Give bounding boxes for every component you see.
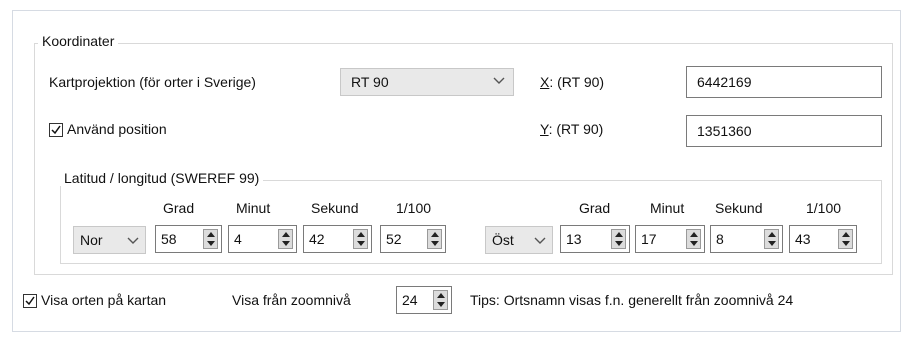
- spin-arrows[interactable]: [764, 229, 779, 249]
- x-coordinate-field[interactable]: 6442169: [686, 66, 882, 98]
- zoom-label: Visa från zoomnivå: [232, 292, 351, 308]
- arrow-down-icon: [842, 241, 850, 246]
- projection-select-value: RT 90: [351, 74, 389, 90]
- latitude-hundredths-spinner[interactable]: 52: [380, 225, 446, 253]
- arrow-down-icon: [615, 241, 623, 246]
- longitude-minut-value: 17: [641, 231, 657, 247]
- use-position-label: Använd position: [67, 121, 167, 137]
- latitude-sekund-spinner[interactable]: 42: [303, 225, 372, 253]
- arrow-up-icon: [842, 232, 850, 237]
- y-label-rest: : (RT 90): [548, 121, 604, 137]
- longitude-hundredths-spinner[interactable]: 43: [789, 225, 857, 253]
- longitude-grad-spinner[interactable]: 13: [560, 225, 630, 253]
- arrow-down-icon: [437, 302, 445, 307]
- longitude-grad-value: 13: [566, 231, 582, 247]
- show-on-map-label: Visa orten på kartan: [41, 292, 167, 308]
- latitude-direction-value: Nor: [80, 232, 103, 248]
- arrow-down-icon: [690, 241, 698, 246]
- zoom-tip-text: Tips: Ortsnamn visas f.n. generellt från…: [470, 292, 794, 308]
- arrow-up-icon: [431, 232, 439, 237]
- lon-header-grad: Grad: [579, 200, 611, 216]
- checkmark-icon: [25, 296, 35, 306]
- projection-label: Kartprojektion (för orter i Sverige): [49, 74, 256, 90]
- lat-header-hundredths: 1/100: [396, 200, 432, 216]
- lat-header-sekund: Sekund: [311, 200, 359, 216]
- projection-select[interactable]: RT 90: [340, 68, 514, 96]
- arrow-down-icon: [282, 241, 290, 246]
- spin-arrows[interactable]: [433, 290, 448, 310]
- lat-header-minut: Minut: [236, 200, 271, 216]
- arrow-up-icon: [615, 232, 623, 237]
- arrow-up-icon: [282, 232, 290, 237]
- spin-arrows[interactable]: [278, 229, 293, 249]
- longitude-hundredths-value: 43: [795, 231, 811, 247]
- spin-arrows[interactable]: [203, 229, 218, 249]
- arrow-up-icon: [437, 293, 445, 298]
- arrow-down-icon: [357, 241, 365, 246]
- longitude-sekund-spinner[interactable]: 8: [710, 225, 783, 253]
- use-position-checkbox[interactable]: [49, 123, 63, 137]
- lon-header-minut: Minut: [650, 200, 685, 216]
- x-label: X: (RT 90): [540, 74, 604, 90]
- arrow-up-icon: [690, 232, 698, 237]
- checkmark-icon: [51, 125, 61, 135]
- latitude-grad-spinner[interactable]: 58: [155, 225, 222, 253]
- y-label-key: Y: [540, 121, 549, 137]
- latitude-minut-value: 4: [234, 231, 242, 247]
- lat-header-grad: Grad: [163, 200, 195, 216]
- latitude-hundredths-value: 52: [386, 231, 402, 247]
- latitude-minut-spinner[interactable]: 4: [228, 225, 297, 253]
- longitude-sekund-value: 8: [716, 231, 724, 247]
- arrow-down-icon: [768, 241, 776, 246]
- arrow-up-icon: [768, 232, 776, 237]
- chevron-down-icon: [127, 237, 139, 244]
- coordinates-legend: Koordinater: [38, 33, 119, 49]
- arrow-down-icon: [431, 241, 439, 246]
- chevron-down-icon: [534, 237, 546, 244]
- spin-arrows[interactable]: [353, 229, 368, 249]
- x-label-key: X: [540, 74, 550, 90]
- latitude-sekund-value: 42: [309, 231, 325, 247]
- spin-arrows[interactable]: [427, 229, 442, 249]
- y-coordinate-field[interactable]: 1351360: [686, 115, 882, 147]
- show-on-map-checkbox[interactable]: [23, 294, 37, 308]
- longitude-direction-select[interactable]: Öst: [485, 226, 553, 254]
- longitude-direction-value: Öst: [492, 232, 514, 248]
- chevron-down-icon: [493, 77, 505, 84]
- spin-arrows[interactable]: [611, 229, 626, 249]
- latlon-legend: Latitud / longitud (SWEREF 99): [60, 170, 264, 186]
- y-label: Y: (RT 90): [540, 121, 603, 137]
- arrow-up-icon: [357, 232, 365, 237]
- spin-arrows[interactable]: [686, 229, 701, 249]
- latitude-direction-select[interactable]: Nor: [73, 226, 146, 254]
- x-label-rest: : (RT 90): [549, 74, 605, 90]
- spin-arrows[interactable]: [838, 229, 853, 249]
- longitude-minut-spinner[interactable]: 17: [635, 225, 705, 253]
- lon-header-sekund: Sekund: [715, 200, 763, 216]
- lon-header-hundredths: 1/100: [806, 200, 842, 216]
- zoom-level-value: 24: [402, 292, 418, 308]
- arrow-up-icon: [207, 232, 215, 237]
- arrow-down-icon: [207, 241, 215, 246]
- latitude-grad-value: 58: [161, 231, 177, 247]
- zoom-level-spinner[interactable]: 24: [396, 286, 452, 314]
